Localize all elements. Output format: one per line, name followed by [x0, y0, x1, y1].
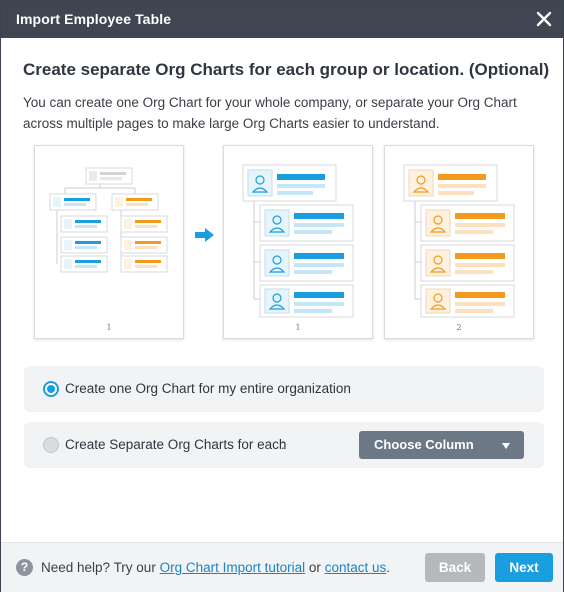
single-page-chart-diagram — [49, 167, 168, 273]
contact-link[interactable]: contact us — [325, 560, 387, 575]
close-icon[interactable] — [533, 8, 555, 30]
arrow-right-icon — [195, 228, 214, 242]
description-text: You can create one Org Chart for your wh… — [23, 95, 517, 131]
chevron-down-icon — [502, 443, 510, 449]
option-separate-colon: : — [281, 437, 285, 452]
help-or: or — [308, 560, 321, 575]
tutorial-link[interactable]: Org Chart Import tutorial — [160, 560, 306, 575]
orange-group-chart-diagram — [403, 164, 515, 318]
illustration-orange-page: 2 — [384, 145, 534, 339]
next-button[interactable]: Next — [495, 553, 553, 582]
illustration-single-page: 1 — [34, 145, 184, 339]
option-one-chart[interactable]: Create one Org Chart for my entire organ… — [24, 366, 544, 412]
help-period: . — [386, 560, 390, 575]
page-number: 1 — [295, 323, 301, 332]
help-text: Need help? Try our Org Chart Import tuto… — [41, 560, 390, 575]
radio-one-chart[interactable] — [43, 381, 59, 397]
illustration-blue-page: 1 — [223, 145, 373, 339]
choose-column-value: Choose Column — [374, 437, 474, 452]
radio-separate-charts[interactable] — [43, 437, 59, 453]
back-button[interactable]: Back — [425, 553, 485, 582]
import-dialog: Import Employee Table Create separate Or… — [0, 0, 564, 592]
blue-group-chart-diagram — [242, 164, 354, 318]
help-prefix: Need help? Try our — [41, 560, 156, 575]
title-bar: Import Employee Table — [1, 1, 563, 38]
help-icon: ? — [16, 559, 33, 576]
page-heading: Create separate Org Charts for each grou… — [23, 60, 550, 79]
dialog-footer: ? Need help? Try our Org Chart Import tu… — [1, 542, 563, 592]
option-one-chart-label[interactable]: Create one Org Chart for my entire organ… — [65, 381, 351, 396]
page-number: 2 — [456, 323, 462, 332]
option-separate-charts-label[interactable]: Create Separate Org Charts for each — [65, 437, 286, 452]
page-number: 1 — [106, 323, 112, 332]
choose-column-select[interactable]: Choose Column — [359, 431, 524, 459]
dialog-title: Import Employee Table — [16, 11, 172, 27]
option-separate-charts[interactable]: Create Separate Org Charts for each : Ch… — [24, 422, 544, 468]
